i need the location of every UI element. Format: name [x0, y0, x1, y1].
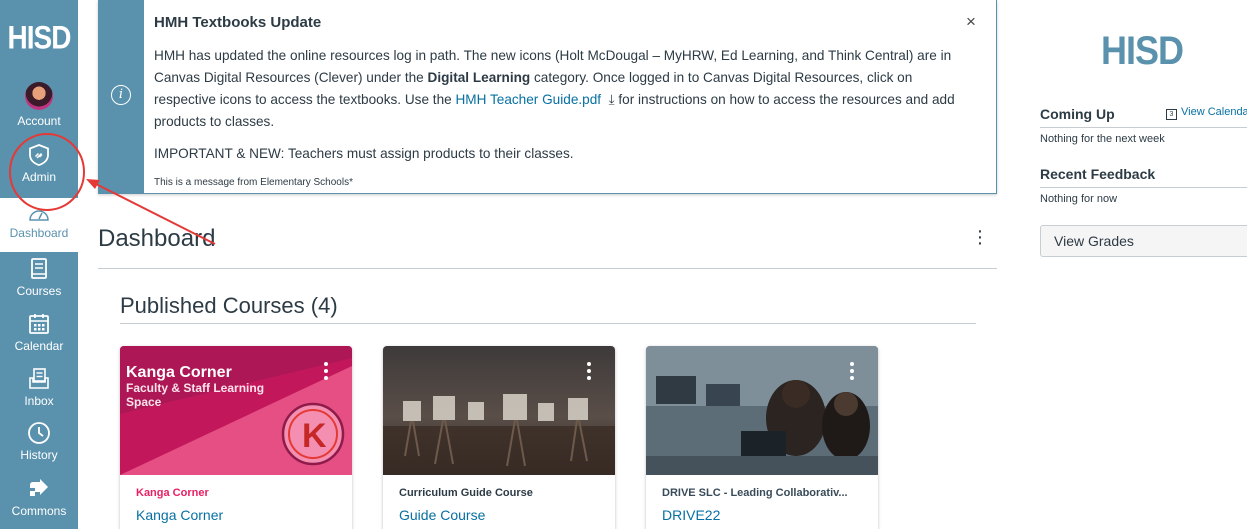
course-name-link[interactable]: Kanga Corner — [136, 507, 223, 523]
download-icon[interactable]: ⤓ — [601, 92, 615, 107]
coming-up-heading: Coming Up — [1040, 106, 1115, 122]
announcement-side-bar: i — [99, 0, 144, 193]
divider — [1040, 127, 1247, 128]
recent-feedback-empty: Nothing for now — [1040, 193, 1118, 205]
book-icon — [31, 258, 47, 279]
nav-item-account[interactable]: Account — [0, 82, 78, 128]
hmh-teacher-guide-link[interactable]: HMH Teacher Guide.pdf — [455, 92, 601, 107]
course-card-image[interactable]: K Kanga Corner Faculty & Staff Learning … — [120, 346, 352, 475]
calendar-icon: 3 — [1166, 109, 1177, 120]
close-icon[interactable]: × — [966, 12, 976, 32]
digital-learning-text: Digital Learning — [427, 70, 531, 85]
page-title: Dashboard — [98, 225, 216, 252]
commons-icon — [30, 479, 48, 496]
hero-subtitle: Faculty & Staff Learning — [126, 381, 265, 395]
hisd-logo: HISD — [1101, 27, 1184, 73]
nav-item-history[interactable]: History — [0, 420, 78, 462]
clock-icon — [28, 422, 50, 444]
course-name-link[interactable]: DRIVE22 — [662, 507, 720, 523]
nav-item-admin[interactable]: Admin — [0, 142, 78, 184]
announcement-source: This is a message from Elementary School… — [154, 177, 353, 188]
hero-subtitle-2: Space — [126, 395, 162, 409]
announcement-body: HMH has updated the online resources log… — [154, 48, 955, 129]
view-grades-button[interactable]: View Grades — [1040, 225, 1247, 257]
coming-up-empty: Nothing for the next week — [1040, 133, 1165, 145]
easels-photo — [383, 346, 615, 475]
nav-item-label: Calendar — [14, 339, 64, 353]
shield-icon — [29, 144, 49, 166]
course-term: Curriculum Guide Course — [399, 487, 533, 499]
course-options-kebab-icon[interactable] — [324, 362, 330, 383]
nav-item-commons[interactable]: Commons — [0, 476, 78, 518]
nav-item-courses[interactable]: Courses — [0, 256, 78, 298]
hisd-logo[interactable]: HISD — [0, 20, 78, 57]
nav-item-label: History — [20, 448, 58, 462]
view-calendar-link[interactable]: 3 View Calenda — [1166, 106, 1247, 120]
divider — [98, 268, 997, 269]
course-term: DRIVE SLC - Leading Collaborativ... — [662, 487, 848, 499]
calendar-icon — [29, 314, 49, 334]
course-card-guide-course[interactable]: Curriculum Guide Course Guide Course — [383, 346, 615, 529]
inbox-icon — [29, 368, 49, 389]
course-name-link[interactable]: Guide Course — [399, 507, 485, 523]
course-term: Kanga Corner — [136, 487, 209, 499]
announcement-title: HMH Textbooks Update — [154, 14, 322, 31]
announcement-important: IMPORTANT & NEW: Teachers must assign pr… — [154, 146, 574, 161]
nav-item-calendar[interactable]: Calendar — [0, 311, 78, 353]
dashboard-icon — [29, 210, 49, 221]
course-card-image[interactable] — [383, 346, 615, 475]
students-at-computers-photo — [646, 346, 878, 475]
published-courses-heading: Published Courses (4) — [120, 293, 338, 318]
info-icon: i — [111, 85, 131, 105]
course-options-kebab-icon[interactable] — [587, 362, 593, 383]
nav-item-label: Commons — [11, 504, 67, 518]
avatar — [25, 82, 53, 110]
course-options-kebab-icon[interactable] — [850, 362, 856, 383]
nav-item-inbox[interactable]: Inbox — [0, 366, 78, 408]
dashboard-options-kebab-icon[interactable]: · · · — [973, 221, 987, 253]
nav-item-label: Dashboard — [9, 226, 69, 240]
nav-item-dashboard[interactable]: Dashboard — [0, 198, 78, 252]
nav-item-label: Admin — [21, 170, 56, 184]
course-card-kanga-corner[interactable]: K Kanga Corner Faculty & Staff Learning … — [120, 346, 352, 529]
course-card-drive22[interactable]: DRIVE SLC - Leading Collaborativ... DRIV… — [646, 346, 878, 529]
course-card-image[interactable] — [646, 346, 878, 475]
nav-item-label: Inbox — [24, 394, 54, 408]
divider — [1040, 187, 1247, 188]
announcement-banner: i HMH Textbooks Update × HMH has updated… — [98, 0, 997, 194]
recent-feedback-heading: Recent Feedback — [1040, 166, 1156, 182]
divider — [120, 323, 976, 324]
global-nav: HISD Account Admin Dashboard Courses Cal… — [0, 0, 78, 529]
nav-item-label: Courses — [16, 284, 62, 298]
nav-item-label: Account — [17, 114, 61, 128]
svg-text:K: K — [302, 417, 327, 455]
hero-title: Kanga Corner — [126, 364, 232, 381]
